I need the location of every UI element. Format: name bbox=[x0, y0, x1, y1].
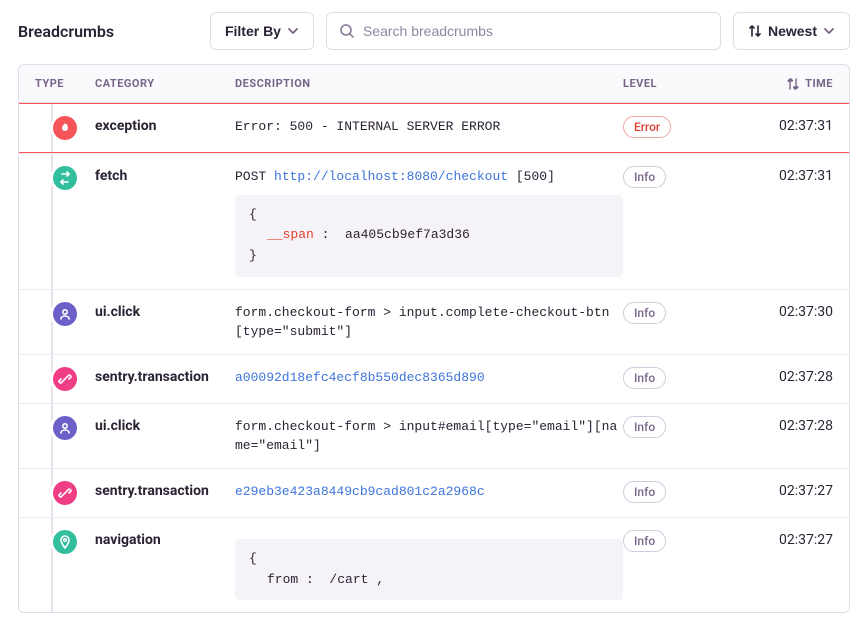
time-cell: 02:37:31 bbox=[733, 116, 833, 134]
level-badge: Info bbox=[623, 530, 666, 552]
level-badge: Info bbox=[623, 367, 666, 389]
description-cell: form.checkout-form > input#email[type="e… bbox=[235, 416, 623, 456]
type-cell bbox=[35, 302, 95, 326]
type-cell bbox=[35, 166, 95, 190]
category-cell: sentry.transaction bbox=[95, 367, 235, 385]
code-block: {__span : aa405cb9ef7a3d36} bbox=[235, 195, 623, 277]
table-row[interactable]: ui.clickform.checkout-form > input.compl… bbox=[19, 289, 849, 354]
category-cell: ui.click bbox=[95, 302, 235, 320]
time-cell: 02:37:31 bbox=[733, 166, 833, 184]
level-badge: Info bbox=[623, 302, 666, 324]
category-cell: ui.click bbox=[95, 416, 235, 434]
level-cell: Info bbox=[623, 367, 733, 389]
chevron-down-icon bbox=[823, 25, 835, 37]
description-cell: a00092d18efc4ecf8b550dec8365d890 bbox=[235, 367, 623, 388]
time-cell: 02:37:28 bbox=[733, 367, 833, 385]
level-cell: Info bbox=[623, 302, 733, 324]
table-body: exceptionError: 500 - INTERNAL SERVER ER… bbox=[19, 103, 849, 612]
location-icon bbox=[53, 530, 77, 554]
search-input-wrap[interactable] bbox=[326, 12, 721, 50]
col-type: TYPE bbox=[35, 77, 95, 90]
col-description: DESCRIPTION bbox=[235, 77, 623, 90]
table-row[interactable]: exceptionError: 500 - INTERNAL SERVER ER… bbox=[19, 103, 849, 153]
description-cell: {from : /cart , bbox=[235, 530, 623, 601]
user-icon bbox=[53, 302, 77, 326]
level-cell: Info bbox=[623, 166, 733, 188]
type-cell bbox=[35, 416, 95, 440]
time-cell: 02:37:28 bbox=[733, 416, 833, 434]
level-cell: Info bbox=[623, 481, 733, 503]
time-cell: 02:37:27 bbox=[733, 530, 833, 548]
description-cell: e29eb3e423a8449cb9cad801c2a2968c bbox=[235, 481, 623, 502]
table-row[interactable]: sentry.transactione29eb3e423a8449cb9cad8… bbox=[19, 468, 849, 517]
table-row[interactable]: sentry.transactiona00092d18efc4ecf8b550d… bbox=[19, 354, 849, 403]
description-cell: form.checkout-form > input.complete-chec… bbox=[235, 302, 623, 342]
type-cell bbox=[35, 481, 95, 505]
col-level: LEVEL bbox=[623, 77, 733, 90]
description-cell: Error: 500 - INTERNAL SERVER ERROR bbox=[235, 116, 623, 137]
table-header: TYPE CATEGORY DESCRIPTION LEVEL TIME bbox=[19, 65, 849, 103]
level-cell: Info bbox=[623, 416, 733, 438]
time-cell: 02:37:27 bbox=[733, 481, 833, 499]
level-badge: Info bbox=[623, 416, 666, 438]
breadcrumbs-table: TYPE CATEGORY DESCRIPTION LEVEL TIME exc… bbox=[18, 64, 850, 613]
category-cell: navigation bbox=[95, 530, 235, 548]
filter-by-button[interactable]: Filter By bbox=[210, 12, 314, 50]
type-cell bbox=[35, 116, 95, 140]
chevron-down-icon bbox=[287, 25, 299, 37]
link-icon bbox=[53, 481, 77, 505]
user-icon bbox=[53, 416, 77, 440]
col-time: TIME bbox=[733, 77, 833, 90]
level-badge: Info bbox=[623, 166, 666, 188]
link-icon bbox=[53, 367, 77, 391]
type-cell bbox=[35, 367, 95, 391]
sort-icon bbox=[748, 24, 762, 38]
level-badge: Info bbox=[623, 481, 666, 503]
flame-icon bbox=[53, 116, 77, 140]
level-cell: Info bbox=[623, 530, 733, 552]
sort-button[interactable]: Newest bbox=[733, 12, 850, 50]
type-cell bbox=[35, 530, 95, 554]
search-input[interactable] bbox=[363, 23, 708, 39]
description-cell: POST http://localhost:8080/checkout [500… bbox=[235, 166, 623, 277]
filter-by-label: Filter By bbox=[225, 23, 281, 39]
code-block: {from : /cart , bbox=[235, 539, 623, 601]
swap-icon bbox=[53, 166, 77, 190]
table-row[interactable]: navigation{from : /cart ,Info 02:37:27 bbox=[19, 517, 849, 613]
search-icon bbox=[339, 23, 355, 39]
sort-label: Newest bbox=[768, 23, 817, 39]
level-cell: Error bbox=[623, 116, 733, 138]
category-cell: fetch bbox=[95, 166, 235, 184]
category-cell: exception bbox=[95, 116, 235, 134]
level-badge: Error bbox=[623, 116, 671, 138]
time-cell: 02:37:30 bbox=[733, 302, 833, 320]
breadcrumbs-header: Breadcrumbs Filter By Newest bbox=[18, 12, 850, 50]
page-title: Breadcrumbs bbox=[18, 22, 114, 41]
col-category: CATEGORY bbox=[95, 77, 235, 90]
swap-icon bbox=[787, 78, 799, 90]
table-row[interactable]: ui.clickform.checkout-form > input#email… bbox=[19, 403, 849, 468]
table-row[interactable]: fetchPOST http://localhost:8080/checkout… bbox=[19, 153, 849, 289]
category-cell: sentry.transaction bbox=[95, 481, 235, 499]
